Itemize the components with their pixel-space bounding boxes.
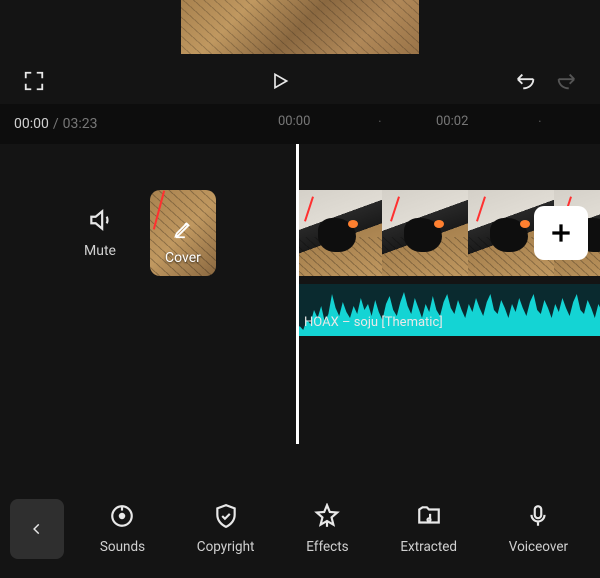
folder-music-icon: [416, 503, 442, 529]
timeline-ruler[interactable]: 00:00 / 03:23 00:00 · 00:02 ·: [0, 104, 600, 144]
time-separator: /: [53, 116, 59, 132]
ruler-tick-0: 00:00: [278, 114, 310, 129]
timeline[interactable]: Mute Cover HOAX – soju [Thematic]: [0, 144, 600, 480]
play-button[interactable]: [266, 67, 294, 95]
plus-icon: [548, 220, 574, 246]
speaker-icon: [87, 207, 113, 233]
redo-button[interactable]: [552, 67, 580, 95]
pencil-icon: [172, 218, 194, 244]
ruler-dot: ·: [538, 114, 542, 130]
mute-label: Mute: [84, 243, 116, 259]
ruler-tick-1: 00:02: [436, 114, 468, 129]
fullscreen-icon: [23, 70, 45, 92]
extracted-button[interactable]: Extracted: [400, 503, 457, 555]
fullscreen-button[interactable]: [20, 67, 48, 95]
timeline-tools: Mute Cover: [0, 190, 296, 276]
chevron-left-icon: [30, 518, 44, 540]
back-button[interactable]: [10, 499, 64, 559]
ruler-dot: ·: [378, 114, 382, 130]
undo-button[interactable]: [512, 67, 540, 95]
effects-button[interactable]: Effects: [306, 503, 348, 555]
shield-check-icon: [213, 503, 239, 529]
microphone-icon: [525, 503, 551, 529]
music-disc-icon: [109, 503, 135, 529]
playback-controls: [0, 58, 600, 104]
video-preview: [0, 0, 600, 58]
preview-thumbnail: [181, 0, 419, 54]
sounds-label: Sounds: [100, 539, 145, 555]
audio-track[interactable]: HOAX – soju [Thematic]: [296, 284, 600, 336]
playhead[interactable]: [296, 144, 299, 444]
add-clip-button[interactable]: [534, 206, 588, 260]
cover-button[interactable]: Cover: [150, 190, 216, 276]
undo-icon: [515, 70, 537, 92]
star-icon: [314, 503, 340, 529]
copyright-label: Copyright: [197, 539, 255, 555]
cover-label: Cover: [165, 250, 201, 266]
sounds-button[interactable]: Sounds: [100, 503, 145, 555]
extracted-label: Extracted: [400, 539, 457, 555]
bottom-toolbar: Sounds Copyright Effects Extracted: [0, 480, 600, 578]
current-time: 00:00: [14, 116, 49, 132]
copyright-button[interactable]: Copyright: [197, 503, 255, 555]
total-time: 03:23: [63, 116, 98, 132]
clip-frame[interactable]: [382, 190, 468, 276]
voiceover-label: Voiceover: [509, 539, 568, 555]
play-icon: [270, 71, 290, 91]
audio-title: HOAX – soju [Thematic]: [304, 315, 443, 330]
mute-button[interactable]: Mute: [84, 207, 116, 259]
redo-icon: [555, 70, 577, 92]
effects-label: Effects: [306, 539, 348, 555]
voiceover-button[interactable]: Voiceover: [509, 503, 568, 555]
clip-frame[interactable]: [296, 190, 382, 276]
